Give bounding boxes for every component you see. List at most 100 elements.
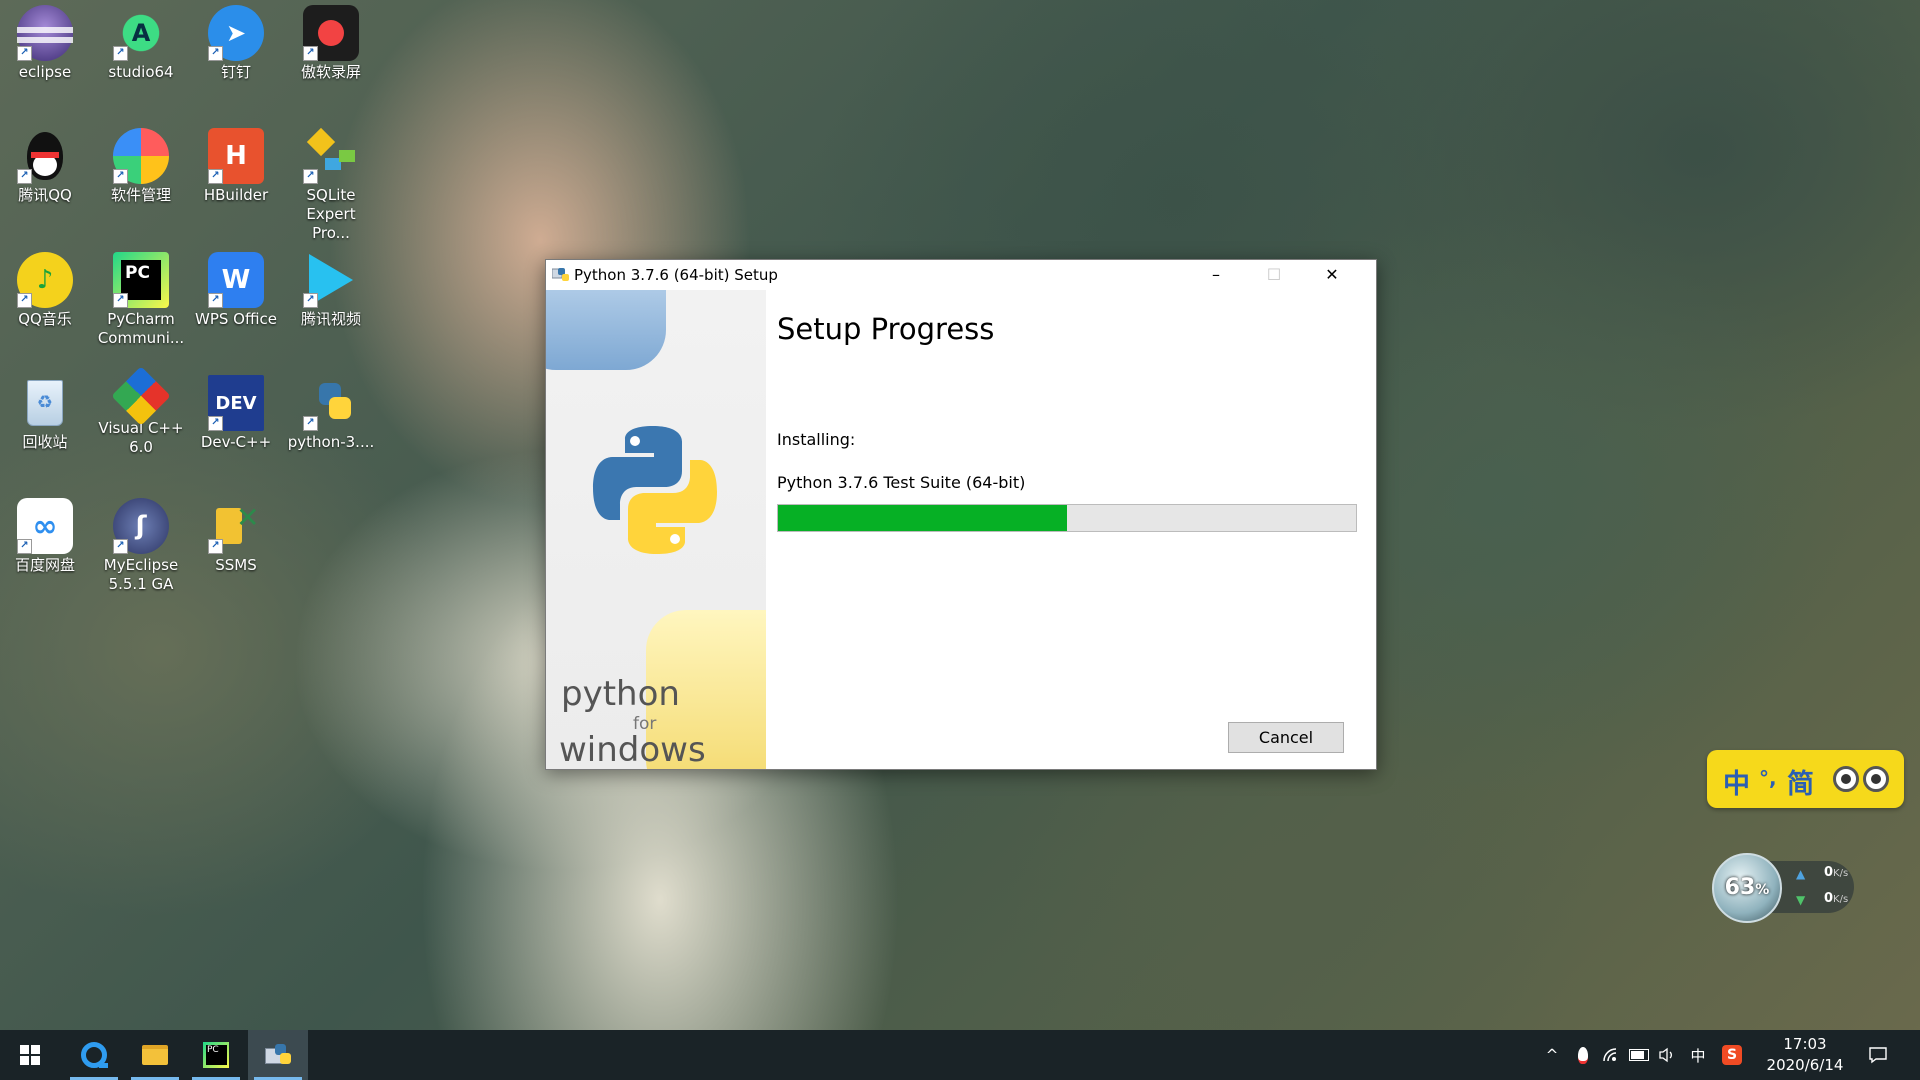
desktop-icon-ssms[interactable]: ✕ ↗ SSMS (192, 498, 280, 575)
desktop-icon-visual-cpp[interactable]: Visual C++ 6.0 (97, 366, 185, 457)
dialog-content: Setup Progress Installing: Python 3.7.6 … (766, 290, 1376, 769)
desktop-icon-studio64[interactable]: A ↗ studio64 (97, 5, 185, 82)
qq-penguin-icon: ↗ (17, 128, 73, 184)
battery-icon[interactable] (1625, 1030, 1653, 1080)
dingtalk-icon: ➤ ↗ (208, 5, 264, 61)
wps-office-icon: W ↗ (208, 252, 264, 308)
desktop-icon-label: 腾讯QQ (18, 186, 72, 204)
clock-date: 2020/6/14 (1766, 1056, 1844, 1074)
minimize-button[interactable]: – (1187, 260, 1245, 290)
python-setup-dialog: Python 3.7.6 (64-bit) Setup – ☐ ✕ python… (545, 259, 1377, 770)
sogou-ime-icon[interactable]: S (1715, 1030, 1749, 1080)
ime-simplified-mode[interactable]: 简 (1787, 762, 1814, 801)
desktop-icon-qqmusic[interactable]: ♪ ↗ QQ音乐 (1, 252, 89, 329)
page-title: Setup Progress (777, 312, 995, 346)
eclipse-icon: ↗ (17, 5, 73, 61)
taskbar-file-explorer[interactable] (125, 1030, 185, 1080)
ime-mascot-eyes-icon (1829, 764, 1895, 794)
progress-fill (778, 505, 1067, 531)
tray-app-icon[interactable] (1569, 1030, 1597, 1080)
system-clock[interactable]: 17:03 2020/6/14 (1760, 1034, 1850, 1076)
notification-icon (1869, 1047, 1887, 1064)
start-button[interactable] (0, 1030, 60, 1080)
recycle-bin-icon: ♻ (17, 375, 73, 431)
visual-cpp-icon (111, 366, 171, 426)
download-arrow-icon: ▼ (1796, 893, 1806, 907)
desktop-icon-label: 回收站 (22, 433, 68, 451)
ssms-icon: ✕ ↗ (208, 498, 264, 554)
ime-chinese-mode[interactable]: 中 (1723, 762, 1750, 801)
close-button[interactable]: ✕ (1303, 260, 1361, 290)
python-setup-icon (265, 1042, 291, 1068)
desktop-icon-baidu-netdisk[interactable]: ∞ ↗ 百度网盘 (1, 498, 89, 575)
desktop-icon-label: 腾讯视频 (300, 310, 361, 328)
tencent-video-icon: ↗ (303, 252, 359, 308)
desktop-icon-label: 傲软录屏 (300, 63, 361, 81)
taskbar-python-setup[interactable] (248, 1030, 308, 1080)
desktop-icon-apowerrec[interactable]: ↗ 傲软录屏 (287, 5, 375, 82)
desktop-icon-label: PyCharm Communi... (97, 310, 185, 347)
desktop-icon-qq[interactable]: ↗ 腾讯QQ (1, 128, 89, 205)
baidu-netdisk-icon: ∞ ↗ (17, 498, 73, 554)
python-setup-icon (552, 268, 569, 281)
network-wifi-icon[interactable] (1597, 1030, 1625, 1080)
desktop-icon-label: MyEclipse 5.5.1 GA (103, 556, 179, 593)
desktop-icon-dingtalk[interactable]: ➤ ↗ 钉钉 (192, 5, 280, 82)
desktop-icon-devcpp[interactable]: DEV ↗ Dev-C++ (192, 375, 280, 452)
desktop-icon-sqlite-expert[interactable]: ↗ SQLite Expert Pro... (287, 127, 375, 243)
ime-punctuation-mode[interactable]: °, (1759, 766, 1777, 790)
desktop-icon-recycle-bin[interactable]: ♻ 回收站 (1, 375, 89, 452)
desktop-icon-label: HBuilder (203, 186, 269, 204)
folder-icon (142, 1045, 168, 1065)
desktop-icon-hbuilder[interactable]: H ↗ HBuilder (192, 128, 280, 205)
title-bar[interactable]: Python 3.7.6 (64-bit) Setup – ☐ ✕ (546, 260, 1376, 290)
desktop-icon-label: python-3.... (287, 433, 375, 451)
desktop-icon-wps[interactable]: W ↗ WPS Office (192, 252, 280, 329)
taskbar-pycharm[interactable]: PC (186, 1030, 246, 1080)
show-hidden-icons-button[interactable]: ^ (1535, 1030, 1569, 1080)
pycharm-icon: PC (203, 1042, 229, 1068)
desktop-icon-label: SQLite Expert Pro... (306, 186, 356, 242)
dev-cpp-icon: DEV ↗ (208, 375, 264, 431)
desktop-icon-software-manager[interactable]: ↗ 软件管理 (97, 128, 185, 205)
hbuilder-icon: H ↗ (208, 128, 264, 184)
software-manager-icon: ↗ (113, 128, 169, 184)
myeclipse-icon: ʃ ↗ (113, 498, 169, 554)
desktop-icon-pycharm[interactable]: PC ↗ PyCharm Communi... (97, 252, 185, 348)
sqlite-expert-icon: ↗ (303, 127, 359, 184)
memory-usage-ball: 63% (1712, 853, 1782, 923)
desktop-icon-label: 百度网盘 (14, 556, 75, 574)
cancel-button[interactable]: Cancel (1228, 722, 1344, 753)
ime-status-bar[interactable]: 中 °, 简 (1707, 750, 1904, 808)
pycharm-icon: PC ↗ (113, 252, 169, 308)
network-monitor-widget[interactable]: 63% ▲ ▼ 0K/s 0K/s (1712, 853, 1860, 925)
upload-arrow-icon: ▲ (1796, 867, 1806, 881)
clock-time: 17:03 (1783, 1035, 1827, 1053)
browser-icon (81, 1042, 108, 1068)
taskbar-browser[interactable] (64, 1030, 124, 1080)
input-language-indicator[interactable]: 中 (1681, 1030, 1715, 1080)
action-center-button[interactable] (1856, 1030, 1900, 1080)
qq-tray-icon (1578, 1046, 1588, 1064)
banner-windows-text: windows (559, 730, 706, 769)
install-progress-bar (777, 504, 1357, 532)
installing-label: Installing: (777, 430, 856, 449)
package-name: Python 3.7.6 Test Suite (64-bit) (777, 473, 1026, 492)
desktop-icon-tencent-video[interactable]: ↗ 腾讯视频 (287, 252, 375, 329)
desktop-icon-myeclipse[interactable]: ʃ ↗ MyEclipse 5.5.1 GA (97, 498, 185, 594)
window-title: Python 3.7.6 (64-bit) Setup (574, 266, 778, 284)
android-studio-icon: A ↗ (113, 5, 169, 61)
desktop-icon-eclipse[interactable]: ↗ eclipse (1, 5, 89, 82)
desktop-icon-python-installer[interactable]: ↗ python-3.... (287, 375, 375, 452)
qq-music-icon: ♪ ↗ (17, 252, 73, 308)
volume-icon[interactable] (1653, 1030, 1681, 1080)
desktop-icon-label: 钉钉 (220, 63, 251, 81)
python-side-banner: python for windows (546, 290, 766, 769)
maximize-button[interactable]: ☐ (1245, 260, 1303, 290)
python-logo-icon (593, 426, 717, 554)
python-installer-icon: ↗ (303, 375, 359, 431)
desktop-icon-label: QQ音乐 (18, 310, 72, 328)
desktop-icon-label: 软件管理 (110, 186, 171, 204)
screen-recorder-icon: ↗ (303, 5, 359, 61)
desktop-icon-label: WPS Office (195, 310, 277, 328)
